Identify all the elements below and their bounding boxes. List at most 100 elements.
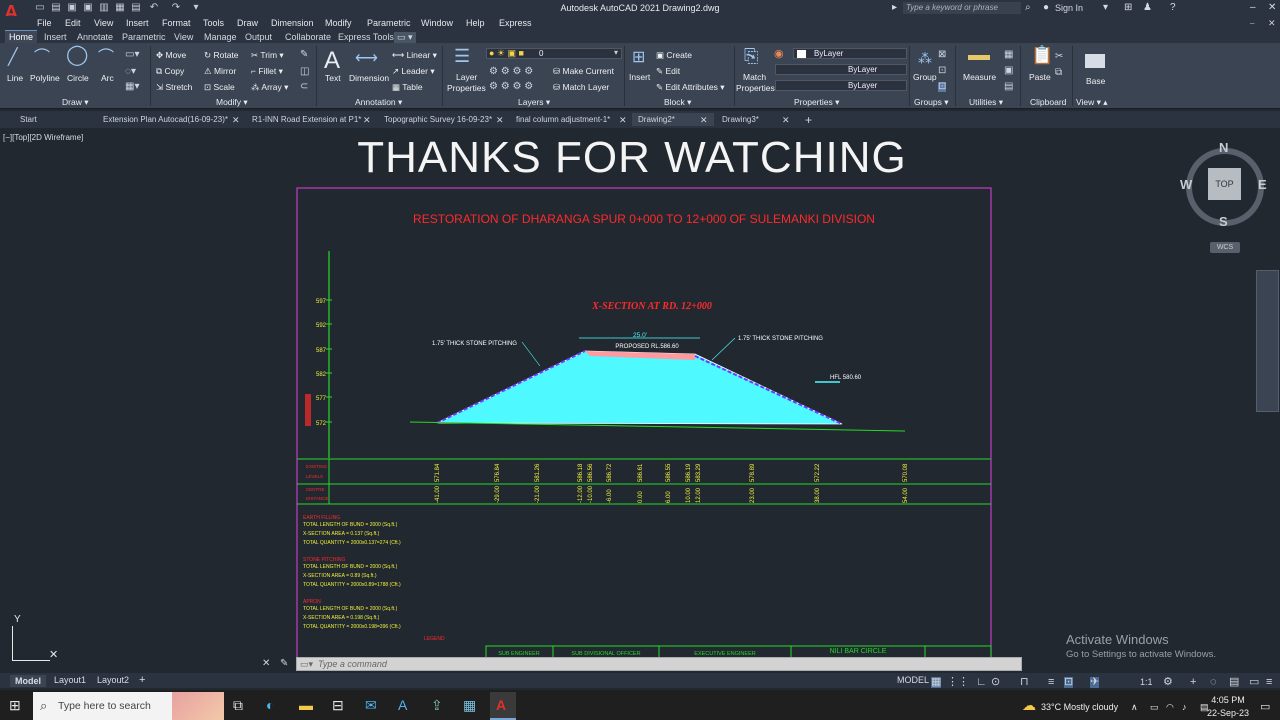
panel-annotation[interactable]: Annotation ▾: [355, 97, 402, 108]
user-icon[interactable]: ●: [1043, 2, 1049, 14]
tray-arrow-icon[interactable]: ∧: [1131, 702, 1138, 713]
close-window-icon[interactable]: ✕: [1268, 2, 1276, 14]
panel-draw[interactable]: Draw ▾: [62, 97, 88, 108]
match-layer-button[interactable]: ⛁ Match Layer: [553, 82, 609, 93]
doc-tab[interactable]: R1-INN Road Extension at P1*: [246, 113, 367, 126]
arc-button[interactable]: Arc: [101, 73, 114, 83]
edge-icon[interactable]: ◐: [266, 697, 274, 713]
copy-clip-icon[interactable]: ⧉: [1055, 68, 1062, 78]
layer-properties-button[interactable]: Layer: [456, 72, 477, 82]
menu-view[interactable]: View: [94, 18, 113, 28]
lineweight-dropdown[interactable]: ByLayer: [775, 80, 907, 91]
create-block-button[interactable]: ▣ Create: [656, 50, 692, 61]
clock-time[interactable]: 4:05 PM: [1208, 695, 1248, 705]
volume-icon[interactable]: ♪: [1182, 702, 1187, 712]
grid-icon[interactable]: ▦: [931, 677, 942, 688]
polar-icon[interactable]: ⊙: [991, 677, 1000, 688]
move-button[interactable]: ✥ Move: [156, 50, 186, 61]
hatch-icon[interactable]: ◌▾: [125, 67, 136, 77]
doc-tab[interactable]: Extension Plan Autocad(16-09-23)*: [97, 113, 234, 126]
scale-button[interactable]: ⊡ Scale: [204, 82, 235, 93]
color-wheel-icon[interactable]: ◉: [774, 47, 784, 60]
sign-in-dropdown-icon[interactable]: ▾: [1103, 2, 1108, 14]
group-select-icon[interactable]: ⊡: [938, 82, 947, 92]
polyline-icon[interactable]: ⌒: [34, 50, 50, 66]
table-grid-icon[interactable]: ▦▾: [125, 82, 139, 92]
quick-select-icon[interactable]: ▤: [1004, 82, 1013, 92]
clock-date[interactable]: 22-Sep-23: [1204, 708, 1252, 718]
make-current-button[interactable]: ⛁ Make Current: [553, 66, 614, 77]
menu-file[interactable]: File: [37, 18, 52, 28]
line-button[interactable]: Line: [7, 73, 23, 83]
navigation-bar[interactable]: [1256, 270, 1279, 412]
menu-dimension[interactable]: Dimension: [271, 18, 314, 28]
tab-insert[interactable]: Insert: [44, 32, 67, 42]
edit-block-button[interactable]: ✎ Edit: [656, 66, 680, 77]
close-tab-icon[interactable]: ✕: [782, 115, 790, 126]
doc-tab-start[interactable]: Start: [14, 113, 43, 126]
panel-properties[interactable]: Properties ▾: [794, 97, 839, 108]
match-properties-button-line2[interactable]: Properties: [736, 83, 775, 93]
menu-modify[interactable]: Modify: [325, 18, 352, 28]
minimize-icon[interactable]: –: [1250, 2, 1256, 14]
tab-home[interactable]: Home: [5, 30, 38, 43]
panel-groups[interactable]: Groups ▾: [914, 97, 949, 108]
add-layout-icon[interactable]: +: [139, 674, 145, 686]
close-tab-icon[interactable]: ✕: [700, 115, 708, 126]
customize-icon[interactable]: ≡: [1266, 677, 1272, 688]
sign-in-link[interactable]: Sign In: [1055, 2, 1083, 14]
search-icon[interactable]: ⌕: [1025, 2, 1031, 14]
line-icon[interactable]: ╱: [8, 50, 18, 66]
circle-icon[interactable]: ◯: [66, 45, 88, 65]
doc-close-icon[interactable]: ✕: [1268, 18, 1276, 29]
text-icon[interactable]: A: [324, 47, 340, 75]
match-properties-button[interactable]: Match: [743, 72, 766, 82]
app-icon[interactable]: ⇪: [431, 697, 443, 713]
leader-button[interactable]: ↗ Leader ▾: [392, 66, 435, 77]
layer-tools-icons[interactable]: ⚙ ⚙ ⚙ ⚙: [489, 67, 533, 77]
paste-button[interactable]: Paste: [1029, 72, 1051, 82]
explode-icon[interactable]: ◫: [300, 67, 309, 77]
doc-minimize-icon[interactable]: ⎯: [1250, 18, 1255, 29]
ungroup-icon[interactable]: ⊠: [938, 50, 946, 60]
layer-properties-button-line2[interactable]: Properties: [447, 83, 486, 93]
arc-icon[interactable]: ⌒: [98, 50, 114, 66]
insert-block-button[interactable]: Insert: [629, 72, 650, 82]
insert-block-icon[interactable]: ⊞: [632, 50, 645, 66]
hardware-accel-icon[interactable]: ▤: [1229, 677, 1239, 688]
account-icon[interactable]: ♟: [1143, 2, 1152, 14]
model-space-button[interactable]: MODEL: [897, 675, 929, 685]
tab-express-tools[interactable]: Express Tools: [338, 32, 394, 42]
menu-express[interactable]: Express: [499, 18, 532, 28]
compass-north[interactable]: N: [1219, 140, 1228, 155]
cmd-settings-icon[interactable]: ✎: [280, 658, 288, 669]
panel-layers[interactable]: Layers ▾: [518, 97, 550, 108]
measure-button[interactable]: Measure: [963, 72, 996, 82]
menu-insert[interactable]: Insert: [126, 18, 149, 28]
network-icon[interactable]: ▭: [1150, 702, 1159, 713]
linetype-dropdown[interactable]: ByLayer: [775, 64, 907, 75]
weather-icon[interactable]: ☁: [1022, 697, 1036, 713]
osnap-icon[interactable]: ⊓: [1020, 677, 1029, 688]
close-tab-icon[interactable]: ✕: [619, 115, 627, 126]
group-edit-icon[interactable]: ⊡: [938, 66, 946, 76]
copy-button[interactable]: ⧉ Copy: [156, 66, 184, 77]
wcs-menu[interactable]: WCS: [1210, 242, 1240, 253]
base-button[interactable]: Base: [1086, 76, 1105, 86]
compass-east[interactable]: E: [1258, 177, 1267, 192]
text-button[interactable]: Text: [325, 73, 341, 83]
polyline-button[interactable]: Polyline: [30, 73, 60, 83]
layout-tab-2[interactable]: Layout2: [97, 675, 129, 685]
offset-icon[interactable]: ⊂: [300, 82, 308, 92]
help-icon[interactable]: ?: [1170, 2, 1176, 14]
tab-manage[interactable]: Manage: [204, 32, 237, 42]
drawing-canvas[interactable]: RESTORATION OF DHARANGA SPUR 0+000 TO 12…: [0, 128, 1280, 673]
tab-collaborate[interactable]: Collaborate: [285, 32, 331, 42]
menu-draw[interactable]: Draw: [237, 18, 258, 28]
mail-icon[interactable]: ✉: [365, 697, 377, 713]
layout-tab-1[interactable]: Layout1: [54, 675, 86, 685]
help-search-input[interactable]: Type a keyword or phrase: [903, 2, 1021, 14]
doc-tab[interactable]: final column adjustment-1*: [510, 113, 616, 126]
compass-south[interactable]: S: [1219, 214, 1228, 229]
task-view-icon[interactable]: ⧉: [233, 697, 243, 713]
